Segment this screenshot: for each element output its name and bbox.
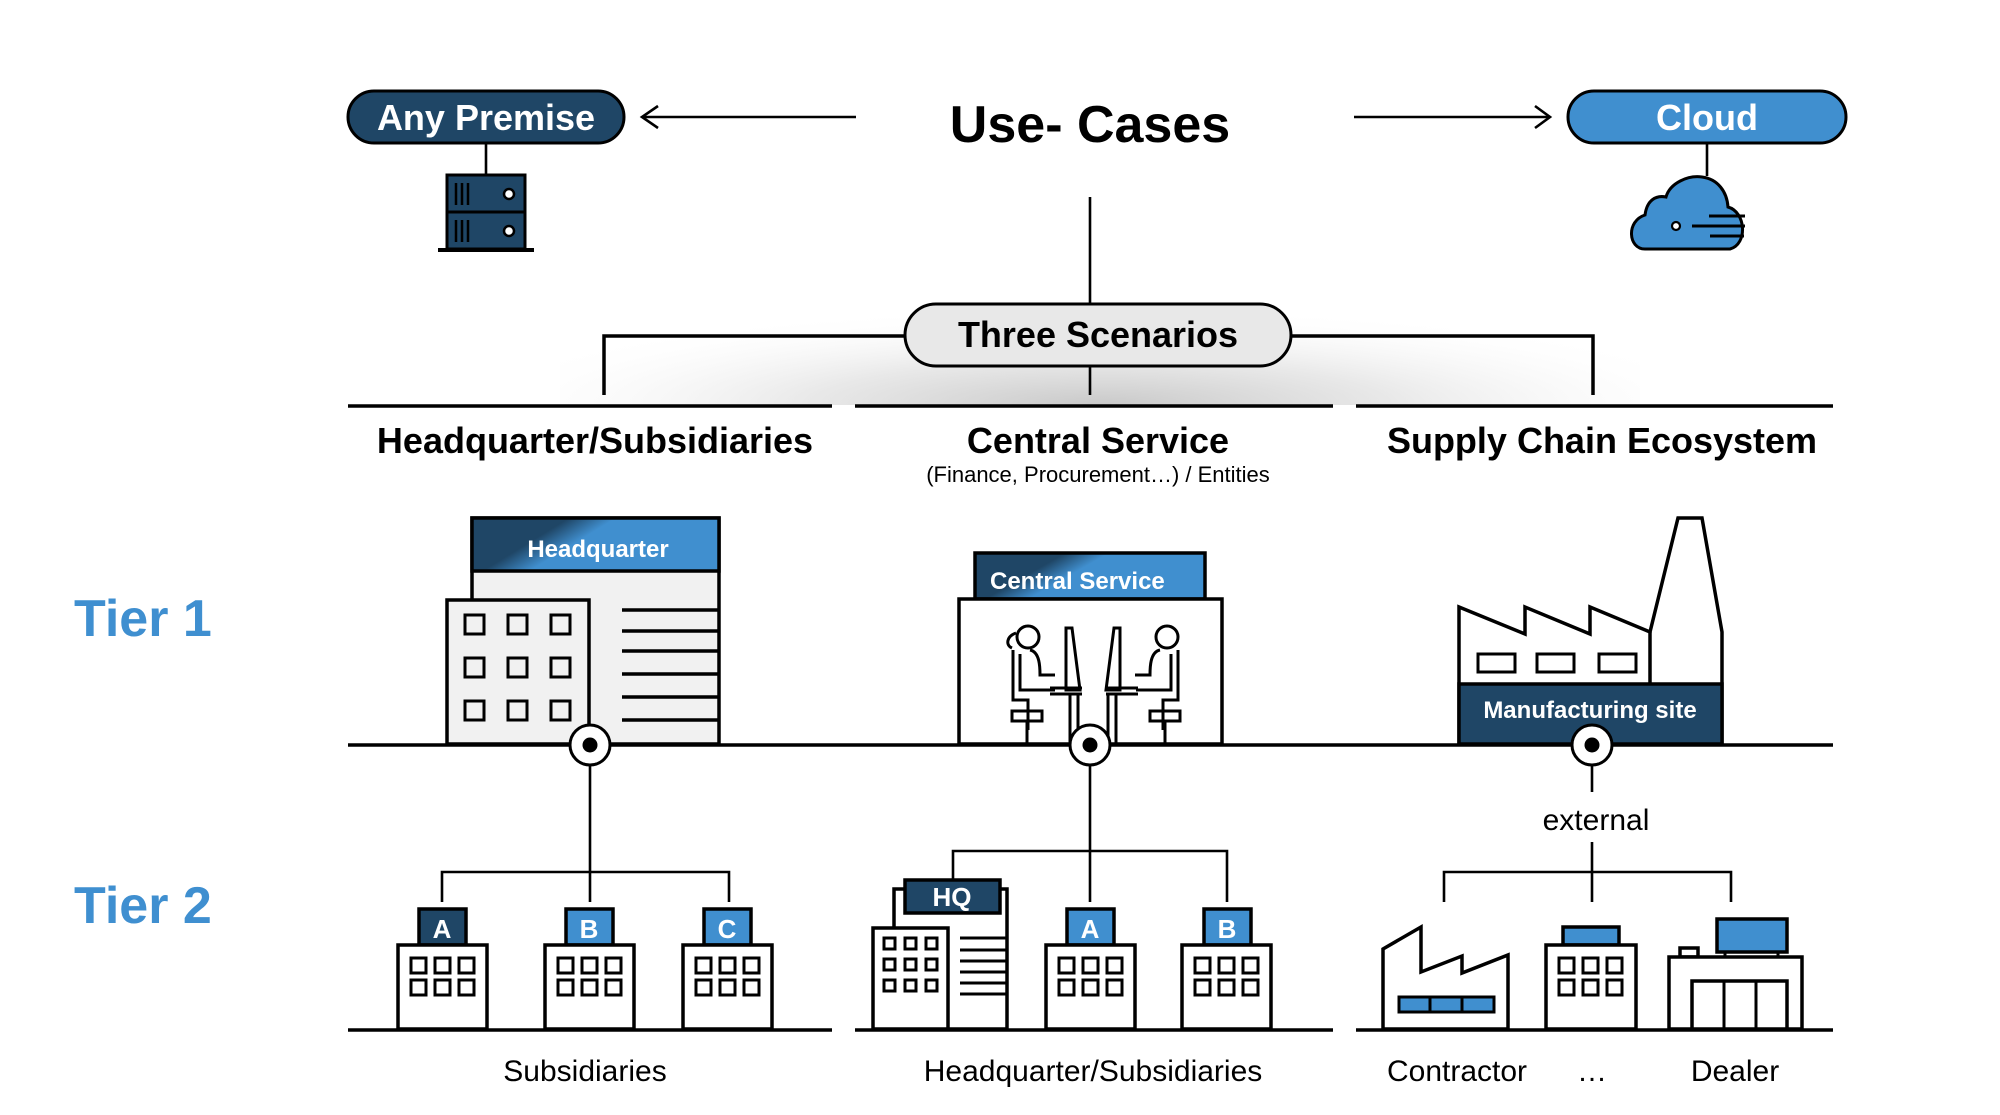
any-premise-pill[interactable]: Any Premise — [346, 89, 626, 145]
node-hq[interactable] — [568, 723, 612, 767]
caption-dealer: Dealer — [1691, 1055, 1779, 1088]
tier-1-label: Tier 1 — [74, 590, 212, 648]
headquarter-building[interactable]: Headquarter — [445, 516, 721, 746]
dealer-shop-icon[interactable] — [1667, 917, 1804, 1031]
badge-a: A — [433, 914, 452, 944]
caption-hq-subsidiaries: Headquarter/Subsidiaries — [924, 1055, 1263, 1088]
manufacturing-site[interactable]: Manufacturing site — [1457, 516, 1724, 746]
subheading-central-service: (Finance, Procurement…) / Entities — [926, 462, 1270, 487]
three-scenarios-label: Three Scenarios — [958, 314, 1238, 355]
badge-hq: HQ — [933, 882, 972, 912]
tier-2-subsidiary-a[interactable]: A — [1044, 907, 1137, 1031]
three-scenarios-pill[interactable]: Three Scenarios — [903, 302, 1293, 368]
manufacturing-site-label: Manufacturing site — [1483, 697, 1696, 724]
cloud-pill[interactable]: Cloud — [1566, 89, 1848, 145]
badge-c: C — [718, 914, 737, 944]
external-label: external — [1543, 804, 1650, 837]
caption-ellipsis: … — [1577, 1055, 1607, 1088]
badge-a: A — [1081, 914, 1100, 944]
tier-2-hq-building[interactable]: HQ — [871, 878, 1009, 1031]
page-title: Use- Cases — [950, 96, 1230, 154]
heading-hq-subsidiaries: Headquarter/Subsidiaries — [377, 420, 813, 461]
headquarter-label: Headquarter — [527, 536, 668, 563]
tier-2-connectors-hq — [440, 765, 731, 902]
subsidiary-b[interactable]: B — [543, 907, 636, 1031]
subsidiary-a[interactable]: A — [396, 907, 489, 1031]
node-central-service[interactable] — [1068, 723, 1112, 767]
badge-b: B — [580, 914, 599, 944]
heading-central-service: Central Service — [967, 420, 1229, 461]
badge-b: B — [1218, 914, 1237, 944]
arrow-left-icon — [639, 104, 856, 130]
heading-supply-chain: Supply Chain Ecosystem — [1387, 420, 1817, 461]
use-cases-diagram: Use- Cases Any Premise Cloud Three Scena… — [74, 89, 1848, 1088]
node-manufacturing[interactable] — [1570, 723, 1614, 767]
server-icon — [438, 173, 534, 252]
contractor-factory-icon[interactable] — [1381, 923, 1510, 1031]
arrow-right-icon — [1354, 104, 1553, 130]
any-premise-label: Any Premise — [377, 97, 595, 138]
caption-subsidiaries: Subsidiaries — [503, 1055, 666, 1088]
supplier-building-icon[interactable] — [1544, 925, 1638, 1031]
tier-2-label: Tier 2 — [74, 877, 212, 935]
subsidiary-c[interactable]: C — [681, 907, 774, 1031]
central-service-building[interactable]: Central Service — [957, 551, 1224, 746]
caption-contractor: Contractor — [1387, 1055, 1527, 1088]
tier-2-subsidiary-b[interactable]: B — [1180, 907, 1273, 1031]
central-service-label: Central Service — [990, 568, 1165, 595]
cloud-icon — [1630, 175, 1745, 251]
cloud-label: Cloud — [1656, 97, 1758, 138]
